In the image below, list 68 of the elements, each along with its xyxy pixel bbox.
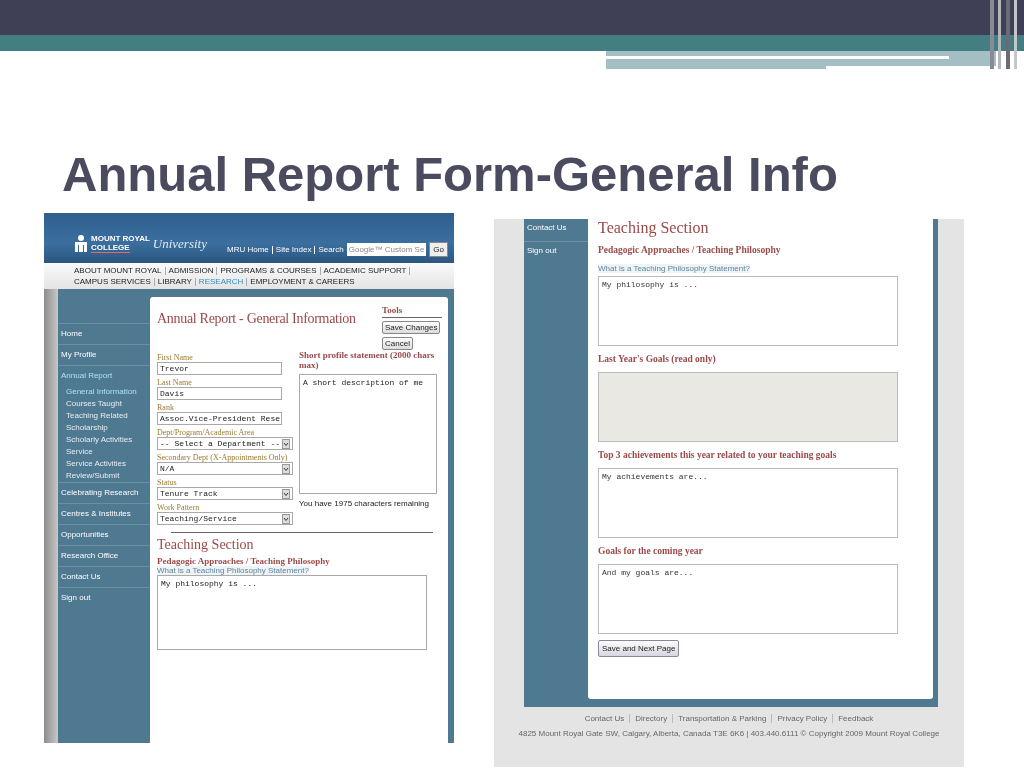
field-label: Work Pattern <box>157 503 200 512</box>
sidebar-subitem[interactable]: Scholarship <box>58 422 150 434</box>
footer-link[interactable]: Feedback <box>838 714 874 723</box>
footer-link[interactable]: Contact Us <box>584 714 625 723</box>
logo-text: MOUNT ROYAL <box>91 234 150 243</box>
field-label: Secondary Dept (X-Appointments Only) <box>157 453 288 462</box>
help-link[interactable]: What is a Teaching Philosophy Statement? <box>157 566 309 575</box>
sidebar-subitem[interactable]: General Information <box>58 386 150 398</box>
question-heading: Top 3 achievements this year related to your teaching goals <box>598 450 837 460</box>
form-button[interactable]: Save Changes <box>382 321 441 334</box>
answer-textarea[interactable]: My philosophy is ... <box>157 575 427 650</box>
dropdown[interactable]: N/A <box>157 462 293 475</box>
field-label: Status <box>157 478 177 487</box>
field-label: Rank <box>157 403 174 412</box>
sidebar-item[interactable]: Sign out <box>524 242 588 264</box>
question-heading: Last Year's Goals (read only) <box>598 354 716 364</box>
logo-text: University <box>152 235 207 252</box>
section-heading: Short profile statement (2000 chars max) <box>299 350 436 370</box>
sidebar-subitem[interactable]: Service Activities <box>58 458 150 470</box>
sidebar-subitem[interactable]: Service <box>58 446 150 458</box>
nav-link[interactable]: PROGRAMS & COURSES <box>220 266 317 275</box>
footer-link[interactable]: Privacy Policy <box>777 714 828 723</box>
question-heading: Pedagogic Approaches / Teaching Philosophy <box>157 556 330 566</box>
nav-link[interactable]: ADMISSION <box>168 266 214 275</box>
field-label: Dept/Program/Academic Area <box>157 428 255 437</box>
header-link[interactable]: MRU Home <box>227 245 269 254</box>
section-title: Teaching Section <box>157 537 254 553</box>
footer-link[interactable]: Transportation & Parking <box>678 714 767 723</box>
profile-textarea[interactable]: A short description of me <box>299 374 437 494</box>
nav-link[interactable]: EMPLOYMENT & CAREERS <box>250 277 355 286</box>
character-count: You have 1975 characters remaining <box>299 499 430 508</box>
section-title: Teaching Section <box>598 220 709 236</box>
text-field[interactable]: Assoc.Vice-President Rese <box>157 412 282 425</box>
logo-icon <box>74 234 88 253</box>
slide-title: Annual Report Form-General Info <box>62 146 838 203</box>
sidebar-subitem[interactable]: Courses Taught <box>58 398 150 410</box>
sidebar-subitem[interactable]: Scholarly Activities <box>58 434 150 446</box>
answer-textarea[interactable]: And my goals are... <box>598 564 898 634</box>
sidebar-subitem[interactable]: Review/Submit <box>58 470 150 482</box>
footer-link[interactable]: Directory <box>635 714 668 723</box>
nav-link[interactable]: ACADEMIC SUPPORT <box>323 266 407 275</box>
help-link[interactable]: What is a Teaching Philosophy Statement? <box>598 264 750 273</box>
tools-heading: Tools <box>382 305 442 318</box>
dropdown[interactable]: Tenure Track <box>157 487 293 500</box>
nav-link[interactable]: ABOUT MOUNT ROYAL <box>74 266 162 275</box>
nav-link[interactable]: RESEARCH <box>198 277 244 286</box>
dropdown[interactable]: Teaching/Service <box>157 512 293 525</box>
text-field[interactable]: Trevor <box>157 362 282 375</box>
footer-address: 4825 Mount Royal Gate SW, Calgary, Alberta, Canada T3E 6K6 | 403.440.6111 © Copyright 2009 Mount Royal College <box>518 729 940 738</box>
go-button[interactable]: Go <box>429 242 448 257</box>
form-button[interactable]: Cancel <box>382 337 413 350</box>
sidebar-subitem[interactable]: Teaching Related <box>58 410 150 422</box>
answer-textarea[interactable]: My achievements are... <box>598 468 898 538</box>
header-link[interactable]: Site Index <box>275 245 312 254</box>
page-title: Annual Report - General Information <box>157 311 356 328</box>
field-label: Last Name <box>157 378 192 387</box>
search-field[interactable]: Google™ Custom Se <box>346 243 427 256</box>
nav-link[interactable]: CAMPUS SERVICES <box>74 277 151 286</box>
header-link[interactable]: Search <box>318 245 344 254</box>
logo-text: COLLEGE <box>91 243 130 253</box>
question-heading: Goals for the coming year <box>598 546 703 556</box>
field-label: First Name <box>157 353 193 362</box>
dropdown[interactable]: -- Select a Department -- <box>157 437 293 450</box>
nav-link[interactable]: LIBRARY <box>157 277 192 286</box>
answer-textarea[interactable]: My philosophy is ... <box>598 276 898 346</box>
text-field[interactable]: Davis <box>157 387 282 400</box>
question-heading: Pedagogic Approaches / Teaching Philosophy <box>598 245 781 255</box>
save-next-button[interactable]: Save and Next Page <box>598 640 680 657</box>
